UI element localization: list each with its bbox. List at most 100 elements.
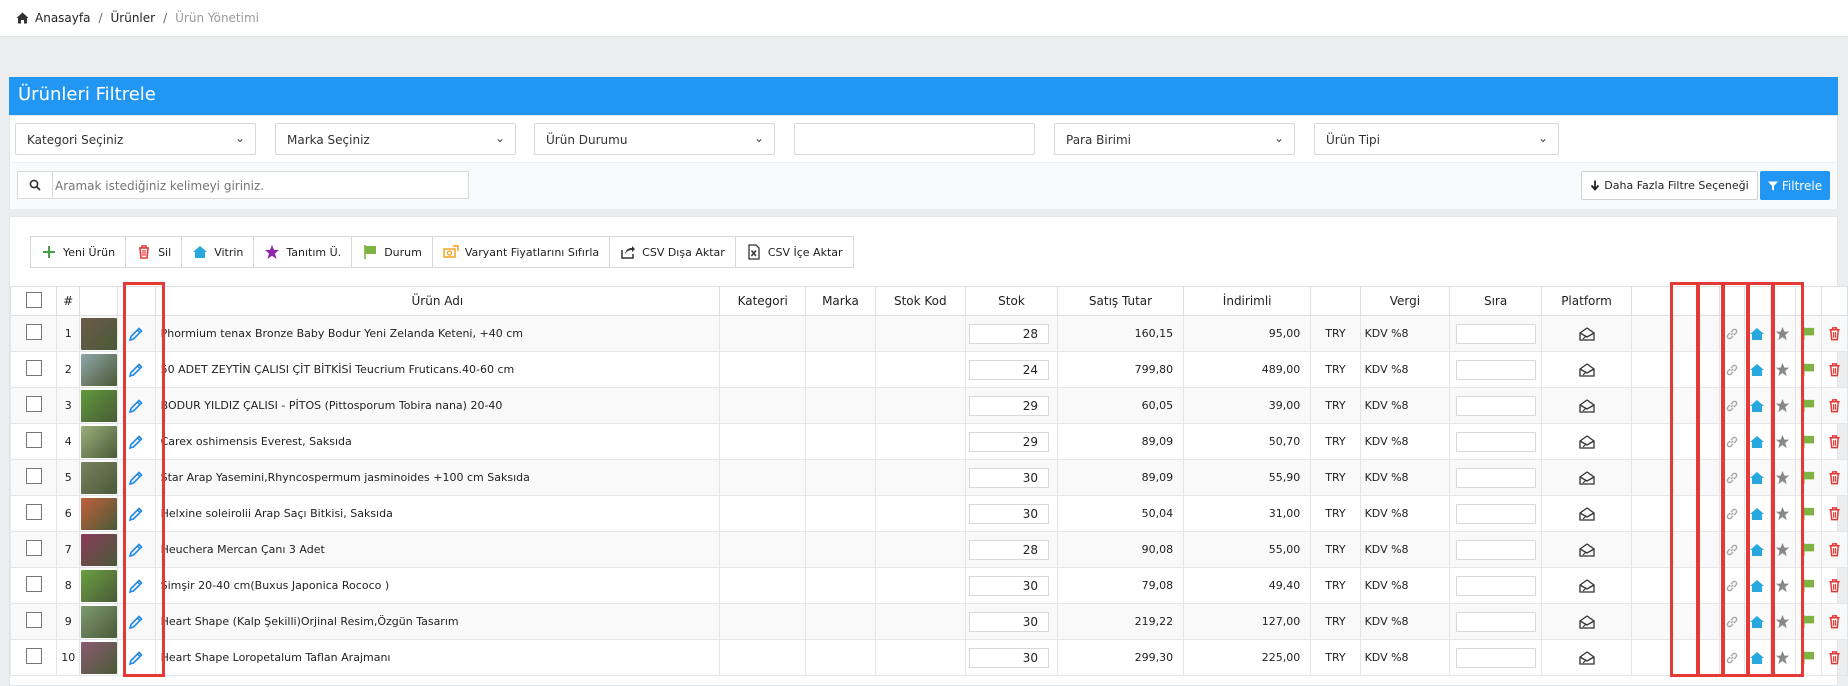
link-icon[interactable] [1720,471,1744,485]
star-icon[interactable] [1771,398,1796,413]
order-input[interactable] [1455,575,1536,596]
star-icon[interactable] [1771,506,1796,521]
link-icon[interactable] [1720,615,1744,629]
product-thumbnail[interactable] [80,353,117,386]
row-checkbox[interactable] [25,396,42,412]
csv-export-button[interactable]: CSV Dışa Aktar [610,237,736,267]
row-checkbox[interactable] [25,576,42,592]
home-icon[interactable] [1745,435,1770,449]
flag-icon[interactable] [1796,506,1821,521]
order-input[interactable] [1455,323,1536,344]
home-icon[interactable] [1745,615,1770,629]
stock-input[interactable]: 30 [969,467,1050,488]
star-icon[interactable] [1771,614,1796,629]
delete-button[interactable]: Sil [126,237,183,267]
flag-icon[interactable] [1796,614,1821,629]
row-checkbox[interactable] [25,540,42,556]
status-button[interactable]: Durum [352,237,433,267]
home-icon[interactable] [1745,579,1770,593]
trash-icon[interactable] [1822,434,1847,449]
stock-input[interactable]: 28 [969,323,1050,344]
home-icon[interactable] [1745,543,1770,557]
link-icon[interactable] [1720,579,1744,593]
new-product-button[interactable]: Yeni Ürün [31,237,127,267]
star-icon[interactable] [1771,578,1796,593]
order-input[interactable] [1455,467,1536,488]
row-checkbox[interactable] [25,468,42,484]
platform-icon[interactable] [1542,326,1631,341]
link-icon[interactable] [1720,507,1744,521]
star-icon[interactable] [1771,326,1796,341]
edit-icon[interactable] [118,506,155,522]
reset-variant-prices-button[interactable]: Varyant Fiyatlarını Sıfırla [433,237,611,267]
platform-icon[interactable] [1542,470,1631,485]
trash-icon[interactable] [1822,362,1847,377]
home-icon[interactable] [16,12,29,24]
empty-filter-input[interactable] [794,123,1035,155]
flag-icon[interactable] [1796,326,1821,341]
select-all-checkbox[interactable] [25,291,42,308]
edit-icon[interactable] [118,362,155,378]
edit-icon[interactable] [118,614,155,630]
platform-icon[interactable] [1542,434,1631,449]
stock-input[interactable]: 24 [969,359,1050,380]
search-input[interactable] [53,173,467,199]
edit-icon[interactable] [118,578,155,594]
platform-icon[interactable] [1542,362,1631,377]
order-input[interactable] [1455,611,1536,632]
edit-icon[interactable] [118,542,155,558]
column-header-name[interactable]: Ürün Adı [154,286,721,316]
trash-icon[interactable] [1822,326,1847,341]
column-header-order[interactable]: Sıra [1449,286,1542,316]
breadcrumb-home-link[interactable]: Anasayfa [35,11,90,25]
product-status-select[interactable]: Ürün Durumu ⌄ [534,123,775,155]
link-icon[interactable] [1720,651,1744,665]
trash-icon[interactable] [1822,470,1847,485]
filter-button[interactable]: Filtrele [1760,171,1830,200]
category-select[interactable]: Kategori Seçiniz ⌄ [15,123,256,155]
platform-icon[interactable] [1542,650,1631,665]
promo-button[interactable]: Tanıtım Ü. [254,237,353,267]
product-thumbnail[interactable] [80,533,117,566]
star-icon[interactable] [1771,650,1796,665]
home-icon[interactable] [1745,399,1770,413]
star-icon[interactable] [1771,362,1796,377]
trash-icon[interactable] [1822,398,1847,413]
column-header-price[interactable]: Satış Tutar [1056,286,1185,316]
row-checkbox[interactable] [25,504,42,520]
stock-input[interactable]: 30 [969,647,1050,668]
platform-icon[interactable] [1542,578,1631,593]
order-input[interactable] [1455,395,1536,416]
trash-icon[interactable] [1822,650,1847,665]
edit-icon[interactable] [118,326,155,342]
home-icon[interactable] [1745,471,1770,485]
order-input[interactable] [1455,503,1536,524]
edit-icon[interactable] [118,434,155,450]
order-input[interactable] [1455,647,1536,668]
row-checkbox[interactable] [25,612,42,628]
row-checkbox[interactable] [25,360,42,376]
trash-icon[interactable] [1822,542,1847,557]
product-thumbnail[interactable] [80,317,117,350]
brand-select[interactable]: Marka Seçiniz ⌄ [275,123,516,155]
flag-icon[interactable] [1796,542,1821,557]
row-checkbox[interactable] [25,324,42,340]
showcase-button[interactable]: Vitrin [182,237,255,267]
order-input[interactable] [1455,359,1536,380]
star-icon[interactable] [1771,542,1796,557]
stock-input[interactable]: 29 [969,395,1050,416]
flag-icon[interactable] [1796,578,1821,593]
row-checkbox[interactable] [25,432,42,448]
column-header-brand[interactable]: Marka [805,286,876,316]
product-thumbnail[interactable] [80,461,117,494]
flag-icon[interactable] [1796,650,1821,665]
platform-icon[interactable] [1542,542,1631,557]
product-thumbnail[interactable] [80,569,117,602]
column-header-stock[interactable]: Stok [965,286,1058,316]
stock-input[interactable]: 30 [969,611,1050,632]
csv-import-button[interactable]: CSV İçe Aktar [736,237,853,267]
link-icon[interactable] [1720,543,1744,557]
currency-select[interactable]: Para Birimi ⌄ [1054,123,1295,155]
stock-input[interactable]: 30 [969,575,1050,596]
link-icon[interactable] [1720,399,1744,413]
